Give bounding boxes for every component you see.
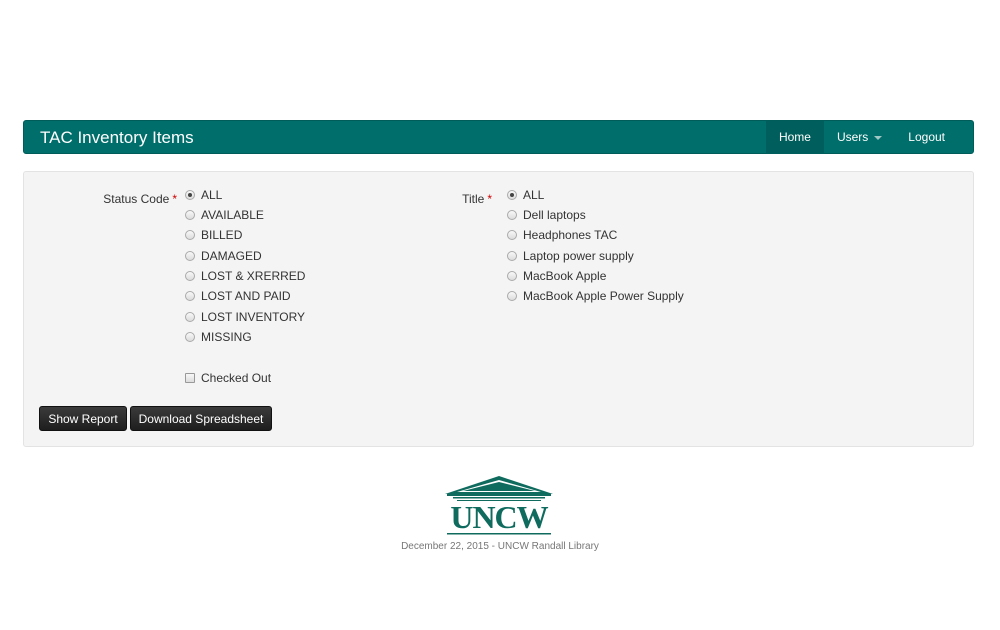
nav-home[interactable]: Home <box>765 121 824 154</box>
radio-icon[interactable] <box>507 210 517 220</box>
download-spreadsheet-button[interactable]: Download Spreadsheet <box>130 406 272 431</box>
nav-logout[interactable]: Logout <box>895 121 973 154</box>
title-label: Title * <box>462 192 492 206</box>
nav-users-dropdown[interactable]: Users <box>824 121 895 154</box>
radio-icon[interactable] <box>507 230 517 240</box>
radio-icon[interactable] <box>185 251 195 261</box>
radio-icon[interactable] <box>507 251 517 261</box>
radio-icon[interactable] <box>185 230 195 240</box>
radio-icon[interactable] <box>185 271 195 281</box>
top-navbar: TAC Inventory Items Home Users Logout <box>23 120 974 154</box>
checked-out-checkbox[interactable] <box>185 373 195 383</box>
nav-logout-label: Logout <box>908 130 945 144</box>
nav-home-label: Home <box>778 130 811 144</box>
main-nav: Home Users Logout <box>765 121 973 154</box>
nav-users-label: Users <box>836 130 869 144</box>
radio-icon[interactable] <box>507 271 517 281</box>
required-mark: * <box>487 192 492 206</box>
radio-icon[interactable] <box>185 291 195 301</box>
radio-icon[interactable] <box>507 291 517 301</box>
radio-icon[interactable] <box>185 210 195 220</box>
logo-text: UNCW <box>450 499 548 535</box>
show-report-button[interactable]: Show Report <box>39 406 127 431</box>
radio-icon[interactable] <box>185 190 195 200</box>
footer-text: December 22, 2015 - UNCW Randall Library <box>401 541 599 552</box>
radio-icon[interactable] <box>507 190 517 200</box>
radio-icon[interactable] <box>185 332 195 342</box>
uncw-logo: UNCW <box>445 476 553 535</box>
required-mark: * <box>172 192 177 206</box>
chevron-down-icon <box>874 135 883 140</box>
status-code-label: Status Code * <box>103 192 177 206</box>
app-title[interactable]: TAC Inventory Items <box>40 121 194 154</box>
radio-icon[interactable] <box>185 312 195 322</box>
